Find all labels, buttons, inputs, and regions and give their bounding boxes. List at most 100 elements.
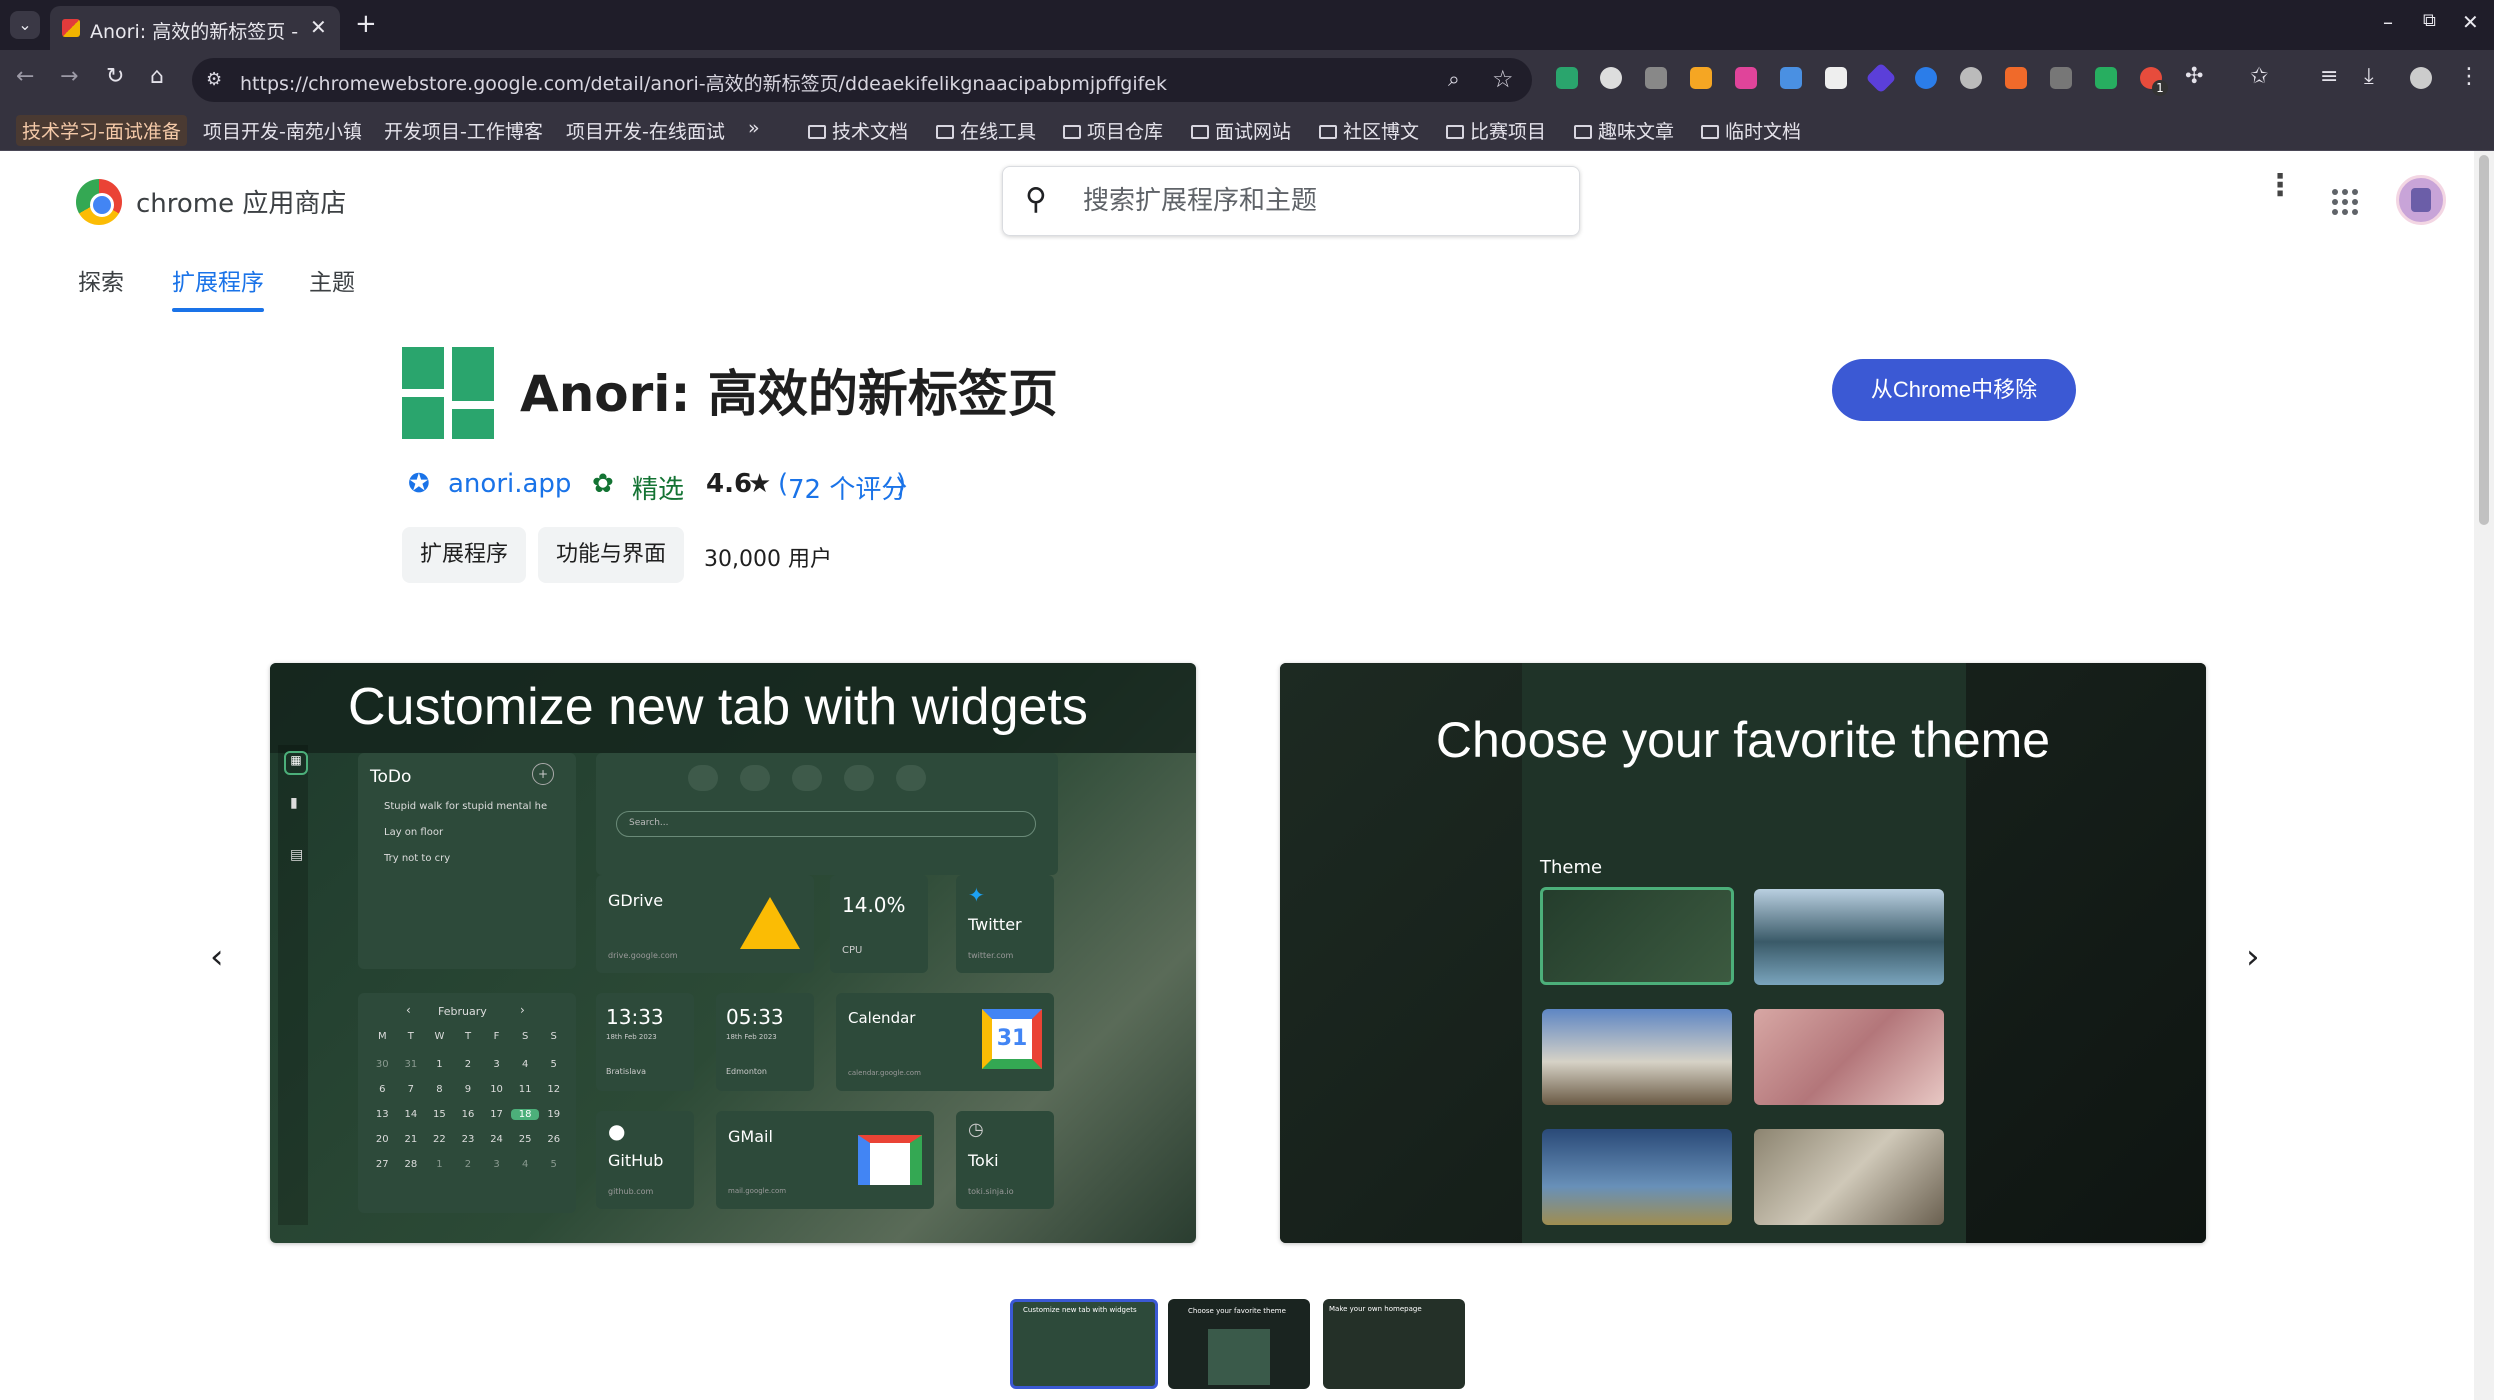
tab-extensions[interactable]: 扩展程序 bbox=[172, 263, 264, 312]
account-avatar[interactable] bbox=[2396, 175, 2446, 225]
weekday-label: M bbox=[377, 1031, 387, 1042]
remove-from-chrome-button[interactable]: 从Chrome中移除 bbox=[1832, 359, 2076, 421]
calendar-month-widget: ‹ February › MTWTFSS 30 31 1 2 3 4 5 6 7 8 9 10 11 12… bbox=[358, 993, 576, 1213]
publisher-link[interactable]: anori.app bbox=[448, 469, 571, 499]
todo-item: Try not to cry bbox=[384, 853, 451, 864]
day-cell: 15 bbox=[433, 1109, 446, 1120]
tab-explore[interactable]: 探索 bbox=[78, 263, 124, 297]
toki-url: toki.sinja.io bbox=[968, 1187, 1014, 1196]
featured-label: 精选 bbox=[632, 475, 685, 505]
restore-icon[interactable]: ⧉ bbox=[2423, 10, 2436, 31]
extension-badge-count: 1 bbox=[2152, 80, 2168, 96]
minimize-icon[interactable]: – bbox=[2383, 10, 2393, 34]
tab-close-icon[interactable]: ✕ bbox=[310, 15, 327, 39]
more-bookmarks-icon[interactable]: » bbox=[748, 117, 760, 139]
bookmark-folder[interactable]: 面试网站 bbox=[1191, 117, 1291, 144]
bookmark-star-icon[interactable]: ☆ bbox=[1492, 65, 1514, 93]
home-icon[interactable]: ⌂ bbox=[150, 64, 164, 89]
anori-extension-icon[interactable] bbox=[1556, 67, 1578, 89]
tab-title: Anori: 高效的新标签页 - C bbox=[90, 21, 300, 43]
bookmark-folder[interactable]: 技术文档 bbox=[808, 117, 908, 144]
edge-extension-icon[interactable] bbox=[1915, 67, 1937, 89]
day-cell: 2 bbox=[464, 1059, 472, 1070]
carousel-prev-icon[interactable]: ‹ bbox=[210, 937, 224, 977]
weekday-label: T bbox=[464, 1031, 472, 1042]
reload-icon[interactable]: ↻ bbox=[106, 64, 124, 89]
shield-extension-icon[interactable] bbox=[2095, 67, 2117, 89]
search-extension-icon[interactable] bbox=[1690, 67, 1712, 89]
extensions-puzzle-icon[interactable]: ✣ bbox=[2185, 64, 2203, 89]
more-options-icon[interactable]: ⋮ bbox=[2265, 171, 2295, 201]
mask-extension-icon[interactable] bbox=[1825, 67, 1847, 89]
download-icon[interactable]: ⤓ bbox=[2364, 64, 2374, 89]
bookmark-folder[interactable]: 比赛项目 bbox=[1446, 117, 1546, 144]
bookmark-folder[interactable]: 临时文档 bbox=[1701, 117, 1801, 144]
clock-widget-bratislava: 13:33 18th Feb 2023 Bratislava bbox=[596, 993, 694, 1091]
search-box[interactable]: ⚲ bbox=[1002, 166, 1580, 236]
day-cell: 1 bbox=[436, 1159, 443, 1170]
active-tab[interactable]: Anori: 高效的新标签页 - C ✕ bbox=[50, 6, 340, 50]
gmail-url: mail.google.com bbox=[728, 1187, 787, 1195]
day-cell: 31 bbox=[404, 1059, 418, 1070]
reading-list-icon[interactable]: ≡ bbox=[2320, 64, 2338, 89]
tab-search-chevron-icon[interactable]: ⌄ bbox=[10, 11, 40, 39]
bookmark-item[interactable]: 项目开发-南苑小镇 bbox=[203, 117, 362, 144]
tools-extension-icon[interactable] bbox=[1780, 67, 1802, 89]
cpu-value: 14.0% bbox=[842, 893, 906, 917]
page-scrollbar[interactable] bbox=[2474, 151, 2494, 1400]
carousel-next-icon[interactable]: › bbox=[2246, 937, 2260, 977]
day-cell: 17 bbox=[490, 1109, 503, 1120]
zoom-icon[interactable]: ⌕ bbox=[1448, 67, 1460, 92]
bookmark-folder[interactable]: 项目仓库 bbox=[1063, 117, 1163, 144]
category-chip-extensions[interactable]: 扩展程序 bbox=[402, 527, 527, 583]
diamond-extension-icon[interactable] bbox=[1865, 62, 1897, 94]
thumbnail-1[interactable]: Customize new tab with widgets bbox=[1010, 1299, 1158, 1389]
active-tab-underline bbox=[172, 308, 264, 312]
star-extension-icon[interactable] bbox=[2005, 67, 2027, 89]
tab-themes[interactable]: 主题 bbox=[309, 263, 355, 297]
copy-extension-icon[interactable] bbox=[1645, 67, 1667, 89]
rating-star-icon: ★ bbox=[748, 469, 772, 499]
screenshot-themes[interactable]: Choose your favorite theme Theme bbox=[1280, 663, 2206, 1243]
forward-arrow-icon[interactable]: → bbox=[60, 64, 78, 89]
bookmark-folder[interactable]: 在线工具 bbox=[936, 117, 1036, 144]
back-arrow-icon[interactable]: ← bbox=[16, 64, 34, 89]
todo-widget: ToDo + Stupid walk for stupid mental he … bbox=[358, 753, 576, 969]
new-tab-plus-icon[interactable]: + bbox=[355, 9, 377, 39]
thumbnail-2[interactable]: Choose your favorite theme bbox=[1168, 1299, 1310, 1389]
bookmark-item[interactable]: 项目开发-在线面试 bbox=[566, 117, 725, 144]
rating-value: 4.6 bbox=[706, 469, 753, 499]
thumbnail-3[interactable]: Make your own homepage bbox=[1323, 1299, 1465, 1389]
folder-icon bbox=[1446, 125, 1464, 139]
scrollbar-thumb[interactable] bbox=[2479, 155, 2489, 525]
clock-time: 13:33 bbox=[606, 1005, 664, 1029]
day-cell: 5 bbox=[550, 1059, 557, 1070]
store-name[interactable]: chrome 应用商店 bbox=[136, 183, 346, 220]
search-input[interactable] bbox=[1083, 183, 1563, 219]
bookmark-folder[interactable]: 社区博文 bbox=[1319, 117, 1419, 144]
category-chip-functionality[interactable]: 功能与界面 bbox=[538, 527, 685, 583]
bookmark-folder[interactable]: 趣味文章 bbox=[1574, 117, 1674, 144]
site-info-icon[interactable]: ⚙ bbox=[206, 69, 222, 90]
chrome-web-store-logo[interactable] bbox=[76, 179, 122, 225]
address-bar[interactable]: ⚙ https://chromewebstore.google.com/deta… bbox=[192, 58, 1532, 102]
gdrive-url: drive.google.com bbox=[608, 951, 678, 960]
weekday-label: F bbox=[493, 1031, 500, 1042]
day-cell: 22 bbox=[433, 1134, 446, 1145]
google-apps-icon[interactable] bbox=[2332, 189, 2358, 215]
bookmark-item[interactable]: 开发项目-工作博客 bbox=[384, 117, 543, 144]
bookmarks-star-icon[interactable]: ✩ bbox=[2250, 64, 2268, 89]
profile-avatar-icon[interactable] bbox=[2410, 67, 2432, 89]
glasses-extension-icon[interactable] bbox=[1600, 67, 1622, 89]
window-close-icon[interactable]: ✕ bbox=[2462, 10, 2479, 34]
url-text[interactable]: https://chromewebstore.google.com/detail… bbox=[240, 69, 1167, 96]
menu-kebab-icon[interactable]: ⋮ bbox=[2458, 64, 2480, 89]
bookmark-item[interactable]: 技术学习-面试准备 bbox=[16, 115, 187, 146]
translate-extension-icon[interactable] bbox=[1735, 67, 1757, 89]
day-cell: 6 bbox=[379, 1084, 386, 1095]
github-extension-icon[interactable] bbox=[1960, 67, 1982, 89]
screen-extension-icon[interactable] bbox=[2050, 67, 2072, 89]
reviews-link[interactable]: 72 个评分 bbox=[788, 469, 907, 506]
day-cell: 4 bbox=[521, 1159, 529, 1170]
screenshot-widgets[interactable]: Customize new tab with widgets ▦ ▮ ▤ ToD… bbox=[270, 663, 1196, 1243]
